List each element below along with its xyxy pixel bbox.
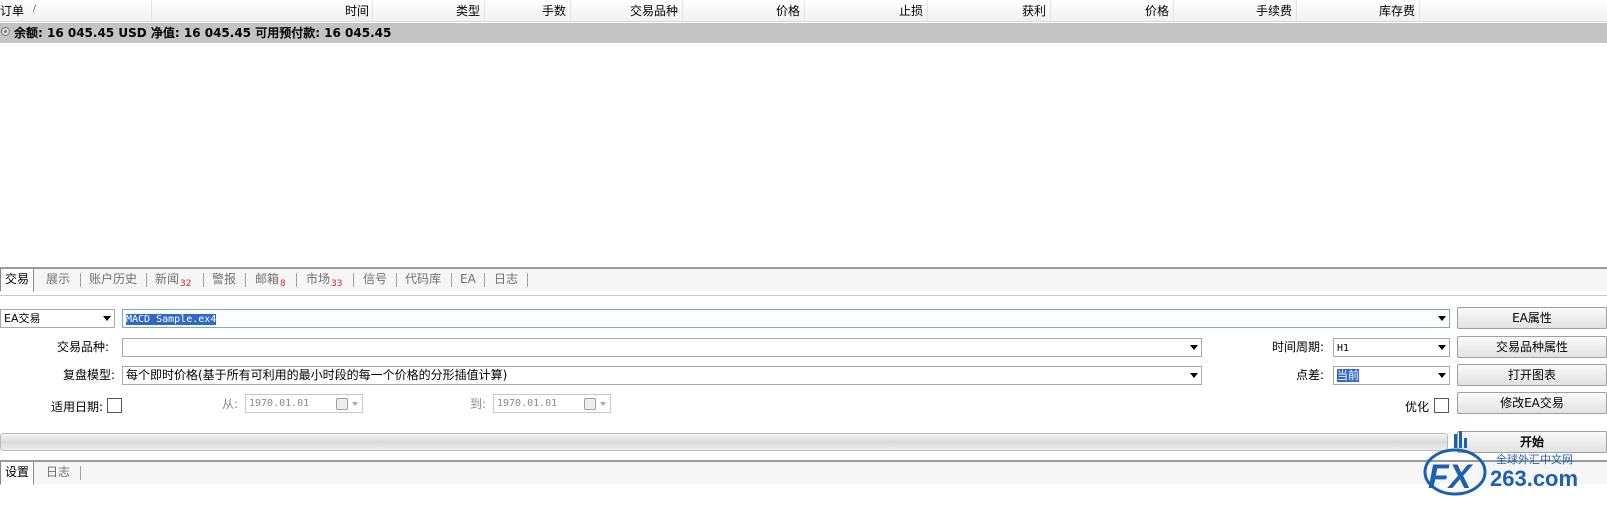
test-progress-bar: [0, 433, 1448, 451]
balance-summary: 余额: 16 045.45 USD 净值: 16 045.45 可用预付款: 1…: [14, 26, 392, 40]
column-header-type[interactable]: 类型: [456, 3, 480, 19]
tab-journal[interactable]: 日志: [490, 269, 522, 291]
balance-row-icon: [1, 27, 10, 36]
chevron-down-icon: [1190, 345, 1198, 350]
optimize-checkbox[interactable]: [1434, 398, 1449, 413]
chevron-down-icon: [1438, 373, 1446, 378]
column-header-swap[interactable]: 库存费: [1379, 3, 1415, 19]
tab-account-history[interactable]: 账户历史: [85, 269, 141, 291]
column-header-lots[interactable]: 手数: [542, 3, 566, 19]
to-date-picker[interactable]: 1970.01.01: [493, 394, 611, 413]
symbol-properties-button[interactable]: 交易品种属性: [1457, 336, 1607, 358]
from-label: 从:: [222, 397, 239, 411]
tab-divider: [296, 273, 297, 287]
terminal-tabs: 交易 展示 账户历史 新闻32 警报 邮箱8 市场33 信号 代码库 EA 日志: [0, 267, 1607, 292]
expert-select[interactable]: MACD Sample.ex4: [122, 309, 1450, 328]
column-divider[interactable]: [927, 0, 928, 22]
period-label: 时间周期:: [1272, 340, 1325, 354]
calendar-icon: [336, 398, 348, 410]
tab-divider: [396, 273, 397, 287]
tab-exposure[interactable]: 展示: [42, 269, 74, 291]
column-header-current-price[interactable]: 价格: [1145, 3, 1169, 19]
tab-settings[interactable]: 设置: [0, 462, 35, 485]
chevron-down-icon: [1438, 316, 1446, 321]
tab-divider: [451, 273, 452, 287]
tab-tester-journal[interactable]: 日志: [42, 462, 74, 484]
model-label: 复盘模型:: [63, 368, 116, 382]
column-header-price[interactable]: 价格: [776, 3, 800, 19]
period-select[interactable]: H1: [1333, 338, 1450, 357]
column-header-symbol[interactable]: 交易品种: [630, 3, 678, 19]
tab-signals[interactable]: 信号: [359, 269, 391, 291]
watermark-logo: FX 全球外汇中文网 263.com: [1420, 430, 1607, 504]
mailbox-count-badge: 8: [280, 279, 286, 289]
chevron-down-icon: [352, 402, 358, 406]
from-date-picker[interactable]: 1970.01.01: [245, 394, 363, 413]
tester-tabs: 设置 日志: [0, 460, 1607, 485]
column-divider[interactable]: [1173, 0, 1174, 22]
use-date-checkbox[interactable]: [107, 398, 122, 413]
tab-divider: [203, 273, 204, 287]
logo-domain-text: 263.com: [1490, 466, 1578, 491]
logo-cn-text: 全球外汇中文网: [1496, 452, 1573, 466]
tab-divider: [146, 273, 147, 287]
tab-news[interactable]: 新闻32: [151, 269, 195, 291]
column-divider[interactable]: [1296, 0, 1297, 22]
column-header-commission[interactable]: 手续费: [1256, 3, 1292, 19]
column-header-time[interactable]: 时间: [345, 3, 369, 19]
news-count-badge: 32: [180, 279, 192, 289]
tab-code-base[interactable]: 代码库: [401, 269, 445, 291]
tester-mode-select[interactable]: EA交易: [0, 309, 115, 328]
symbol-label: 交易品种:: [57, 340, 110, 354]
spread-label: 点差:: [1296, 368, 1325, 382]
column-divider[interactable]: [804, 0, 805, 22]
tab-divider: [80, 466, 81, 480]
symbol-select[interactable]: [122, 338, 1202, 357]
chevron-down-icon: [1438, 345, 1446, 350]
column-divider[interactable]: [151, 0, 152, 22]
tester-panel-border: [0, 295, 1607, 296]
modify-expert-button[interactable]: 修改EA交易: [1457, 392, 1607, 414]
tab-market[interactable]: 市场33: [302, 269, 346, 291]
spread-select[interactable]: 当前: [1333, 366, 1450, 385]
model-select[interactable]: 每个即时价格(基于所有可利用的最小时段的每一个价格的分形插值计算): [122, 366, 1202, 385]
fx263-logo-icon: FX 全球外汇中文网 263.com: [1423, 431, 1578, 496]
chevron-down-icon: [1190, 373, 1198, 378]
column-divider[interactable]: [484, 0, 485, 22]
column-header-order[interactable]: 订单: [0, 3, 24, 19]
tab-divider: [527, 273, 528, 287]
column-divider[interactable]: [682, 0, 683, 22]
column-header-stop-loss[interactable]: 止损: [899, 3, 923, 19]
tab-divider: [245, 273, 246, 287]
tab-divider: [484, 273, 485, 287]
column-header-take-profit[interactable]: 获利: [1022, 3, 1046, 19]
chevron-down-icon: [600, 402, 606, 406]
tab-mailbox[interactable]: 邮箱8: [251, 269, 290, 291]
tab-divider: [353, 273, 354, 287]
expert-properties-button[interactable]: EA属性: [1457, 307, 1607, 329]
tab-trade[interactable]: 交易: [0, 269, 35, 292]
market-count-badge: 33: [331, 279, 343, 289]
column-divider[interactable]: [372, 0, 373, 22]
column-divider[interactable]: [570, 0, 571, 22]
use-date-label: 适用日期:: [51, 400, 104, 414]
column-divider[interactable]: [1050, 0, 1051, 22]
logo-fx-text: FX: [1428, 458, 1474, 496]
tab-divider: [80, 273, 81, 287]
calendar-icon: [584, 398, 596, 410]
chevron-down-icon: [103, 316, 111, 321]
balance-row[interactable]: 余额: 16 045.45 USD 净值: 16 045.45 可用预付款: 1…: [0, 23, 1607, 43]
orders-table-header: 订单 / 时间 类型 手数 交易品种 价格 止损 获利 价格 手续费 库存费: [0, 0, 1607, 22]
to-label: 到:: [470, 397, 487, 411]
tab-alerts[interactable]: 警报: [208, 269, 240, 291]
sort-indicator-icon: /: [33, 4, 37, 14]
open-chart-button[interactable]: 打开图表: [1457, 364, 1607, 386]
tab-experts[interactable]: EA: [456, 269, 480, 291]
optimize-label: 优化: [1405, 400, 1430, 414]
column-divider[interactable]: [1419, 0, 1420, 22]
